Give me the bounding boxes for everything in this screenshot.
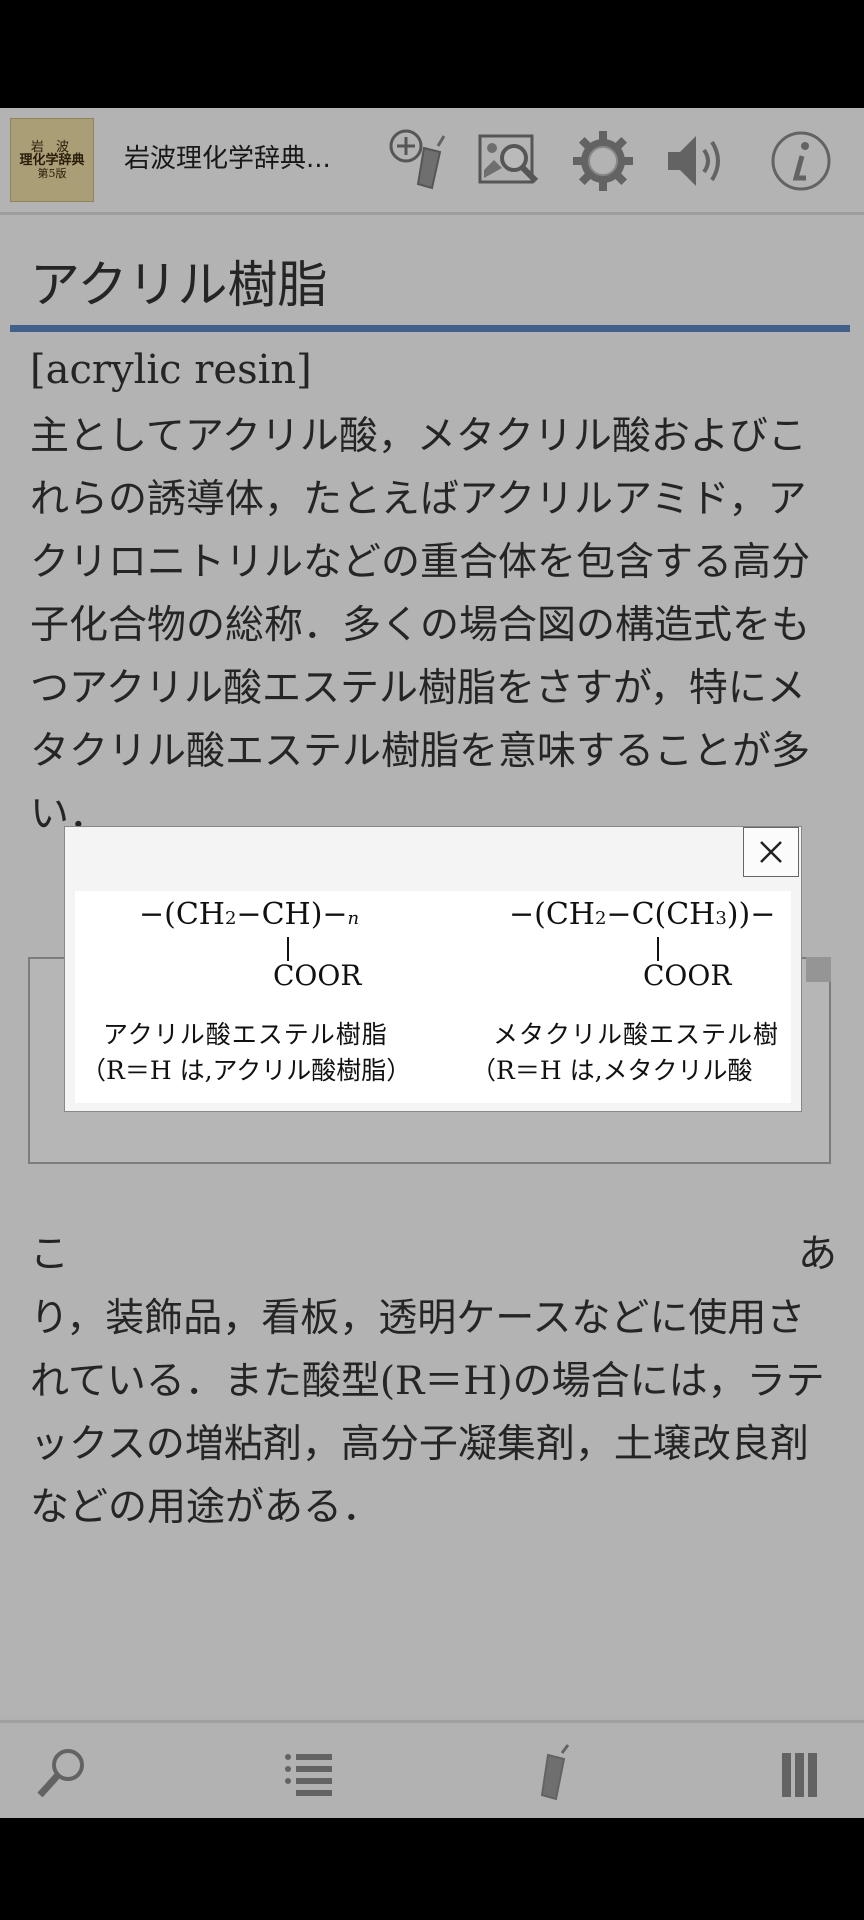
right-formula-sub2: 3 [715,908,727,929]
left-caption-line1: アクリル酸エステル樹脂 [103,1020,388,1049]
left-formula-n: n [347,908,360,929]
left-formula-coor: COOR [273,959,362,992]
right-formula-bond-line [657,937,659,961]
close-icon [760,841,782,863]
right-formula-coor: COOR [643,959,732,992]
app-window: 岩 波 理化学辞典 第5版 岩波理化学辞典... アクリル樹脂 [acrylic… [0,108,864,1818]
right-formula-c: C(CH [631,897,716,932]
left-formula: −(CH2−CH)−n [139,897,359,932]
close-button[interactable] [743,827,799,877]
right-formula-close: ))− [726,897,776,932]
left-formula-close: )− [310,897,348,932]
system-navigation-bar [0,1818,864,1920]
left-formula-sub: 2 [224,908,237,929]
left-caption-line2: （R＝H は,アクリル酸樹脂） [81,1056,412,1085]
right-formula-sub: 2 [594,908,607,929]
right-caption-line1: メタクリル酸エステル樹 [493,1020,780,1049]
right-formula-ch: CH [545,897,595,932]
left-formula-open: −( [139,897,176,932]
structural-formula-figure: −(CH2−CH)−n COOR アクリル酸エステル樹脂 （R＝H は,アクリル… [75,891,791,1103]
left-formula-ch: CH [175,897,225,932]
right-formula-bond: − [606,897,632,932]
right-formula: −(CH2−C(CH3))− [509,897,775,932]
left-formula-bond-line [287,937,289,961]
figure-popup: −(CH2−CH)−n COOR アクリル酸エステル樹脂 （R＝H は,アクリル… [64,826,802,1112]
right-formula-open: −( [509,897,546,932]
left-formula-ch2: CH [261,897,311,932]
left-formula-bond: − [236,897,262,932]
status-bar [0,0,864,108]
right-caption-line2: （R＝H は,メタクリル酸 [471,1056,753,1085]
